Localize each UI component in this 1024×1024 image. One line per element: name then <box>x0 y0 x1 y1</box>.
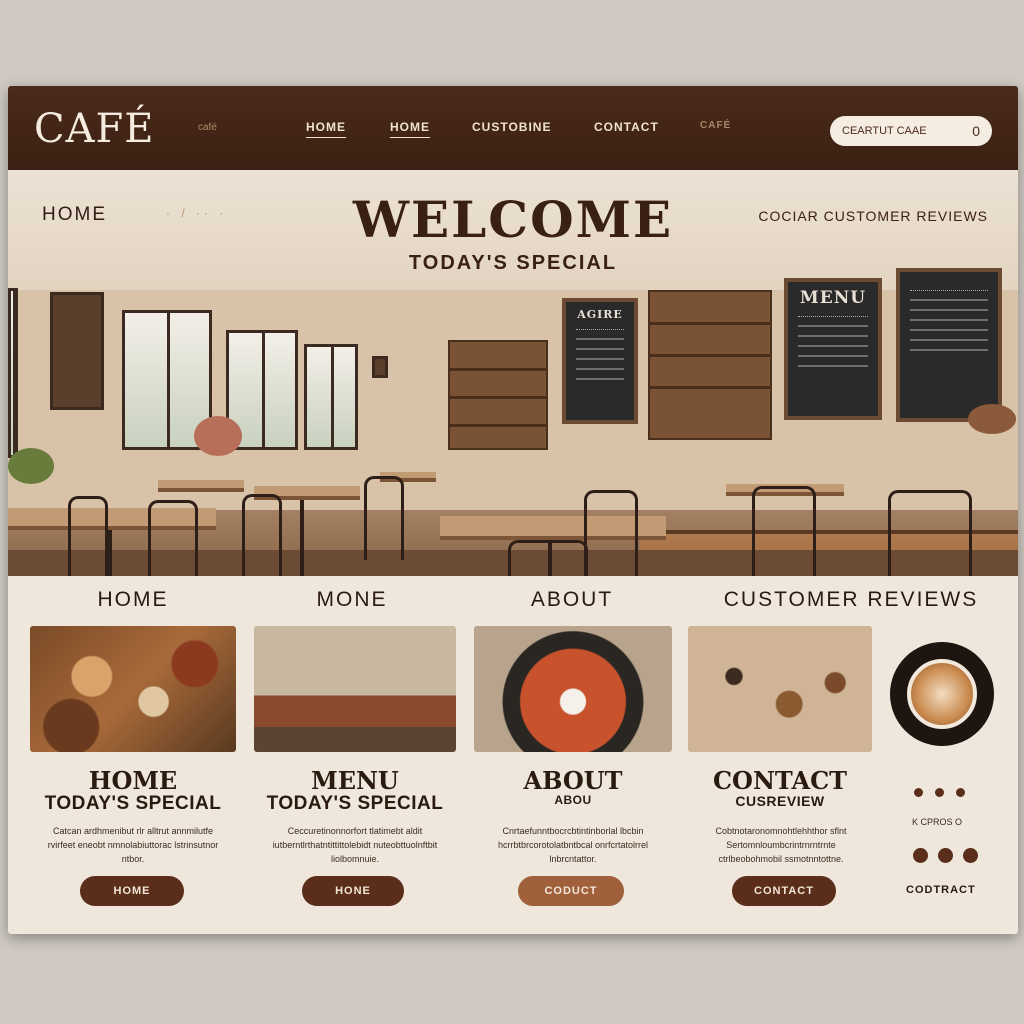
search-count: 0 <box>972 123 980 139</box>
hero-banner: AGIRE MENU HOME · / ·· · WELCOME TODAY'S… <box>8 170 1018 576</box>
nav-cafe-link[interactable]: CAFÉ <box>700 120 731 131</box>
wall-picture <box>50 292 104 410</box>
search-input[interactable]: CEARTUT CAAE 0 <box>830 116 992 146</box>
flower-plant <box>194 416 242 456</box>
section-heading-about: ABOUT <box>530 588 614 611</box>
cafe-chair <box>364 476 404 560</box>
brand-tagline: café <box>198 122 217 133</box>
cafe-window <box>8 288 18 458</box>
chalkboard-menu: AGIRE <box>562 298 638 424</box>
potted-plant <box>8 448 54 484</box>
coduct-button[interactable]: CODUCT <box>518 876 624 906</box>
card-title-contact: CONTACT <box>712 766 848 795</box>
hero-subtitle: TODAY'S SPECIAL <box>408 252 618 274</box>
cafe-chair <box>888 490 972 576</box>
dish-image[interactable] <box>474 626 672 752</box>
chalkboard-menu <box>896 268 1002 422</box>
wall-picture <box>372 356 388 378</box>
cafe-chair <box>242 494 282 576</box>
card-description: Cobtnotaronomnohtlehhthor sflnt Sertomnl… <box>715 826 847 864</box>
side-contact-link[interactable]: CODTRACT <box>906 884 976 896</box>
section-heading-reviews: CUSTOMER REVIEWS <box>723 588 979 611</box>
cafe-window <box>304 344 358 450</box>
card-subtitle: ABOU <box>554 793 592 807</box>
section-heading-home: HOME <box>97 588 169 611</box>
card-subtitle: TODAY'S SPECIAL <box>44 793 222 814</box>
cafe-chair <box>148 500 198 576</box>
nav-home-link[interactable]: HOME <box>306 120 346 138</box>
rating-dots <box>908 784 988 802</box>
card-title-home: HOME <box>88 766 178 795</box>
card-description: Catcan ardhmenibut rlr alltrut annmilutf… <box>47 826 219 864</box>
nav-customers-link[interactable]: CUSTOBINE <box>472 120 551 134</box>
hero-reviews-label[interactable]: COCIAR CUSTOMER REVIEWS <box>758 208 988 224</box>
card-subtitle: TODAY'S SPECIAL <box>266 793 444 814</box>
chalkboard-menu: MENU <box>784 278 882 420</box>
card-description: Ceccuretinonnorfort tlatimebt aldit iutb… <box>272 826 438 864</box>
cafe-chair <box>584 490 638 576</box>
cafe-chair <box>752 486 816 576</box>
cafe-chair <box>508 540 588 576</box>
chalkboard-title: AGIRE <box>577 308 623 321</box>
card-subtitle: CUSREVIEW <box>735 793 825 809</box>
home-button[interactable]: HOME <box>80 876 184 906</box>
nav-contact-link[interactable]: CONTACT <box>594 120 659 134</box>
top-navbar: CAFÉ café HOME HOME CUSTOBINE CONTACT CA… <box>8 86 1018 170</box>
potted-plant <box>968 404 1016 434</box>
browser-page: CAFÉ café HOME HOME CUSTOBINE CONTACT CA… <box>8 86 1018 934</box>
search-placeholder: CEARTUT CAAE <box>842 125 927 137</box>
brand-logo[interactable]: CAFÉ <box>34 106 154 152</box>
rating-dots-large <box>908 848 988 868</box>
chalkboard-title: MENU <box>799 288 867 308</box>
wall-shelf <box>448 340 548 450</box>
card-title-menu: MENU <box>311 766 399 795</box>
cafe-table <box>158 480 244 492</box>
wall-shelf <box>648 290 772 440</box>
hone-button[interactable]: HONE <box>302 876 404 906</box>
latte-icon <box>890 642 994 746</box>
nav-home-link-2[interactable]: HOME <box>390 120 430 138</box>
coffee-beans-image[interactable] <box>30 626 236 752</box>
side-small-text: K CPROS O <box>912 817 963 827</box>
card-description: Cnrtaefunntbocrcbtintinborlal lbcbin hcr… <box>497 826 649 864</box>
section-heading-mone: MONE <box>316 588 388 611</box>
cafe-chair <box>68 496 108 576</box>
spices-image[interactable] <box>688 626 872 752</box>
contact-button[interactable]: CONTACT <box>732 876 836 906</box>
card-title-about: ABOUT <box>523 766 623 795</box>
lounge-image[interactable] <box>254 626 456 752</box>
